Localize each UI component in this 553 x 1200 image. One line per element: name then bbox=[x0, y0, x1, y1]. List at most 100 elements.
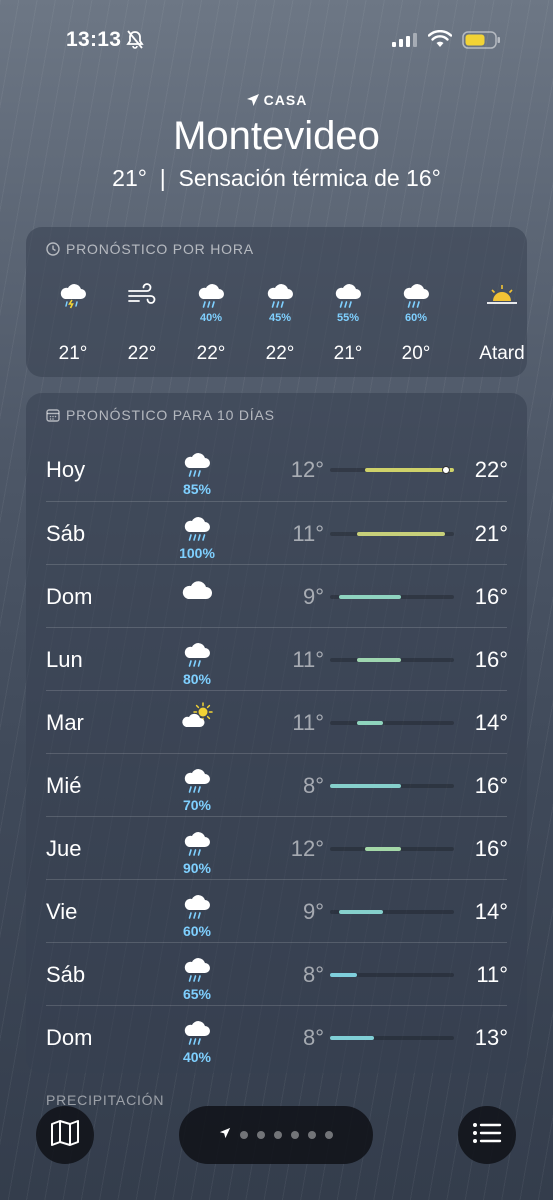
day-name: Hoy bbox=[46, 457, 86, 482]
wifi-icon bbox=[427, 29, 453, 53]
daily-row[interactable]: Hoy 85% 12° 22° bbox=[46, 438, 508, 501]
temp-range-bar bbox=[365, 847, 401, 851]
day-low-temp: 11° bbox=[292, 647, 324, 672]
current-temp: 21° bbox=[112, 165, 147, 191]
day-condition: 85% bbox=[172, 448, 222, 497]
hourly-item: 40% 22° bbox=[181, 279, 241, 364]
page-dot[interactable] bbox=[291, 1131, 299, 1139]
rain-icon bbox=[172, 638, 222, 673]
temp-range-bar bbox=[330, 973, 357, 977]
day-precip-chance: 100% bbox=[179, 545, 215, 561]
hourly-temp: 21° bbox=[58, 343, 88, 364]
day-precip-chance: 60% bbox=[182, 923, 212, 939]
rain-icon bbox=[172, 448, 222, 483]
temp-range-bar bbox=[356, 721, 384, 725]
day-precip-chance: 85% bbox=[182, 481, 212, 497]
map-icon bbox=[50, 1119, 80, 1152]
status-time: 13:13 bbox=[66, 28, 122, 51]
location-arrow-icon bbox=[246, 92, 264, 108]
rain-icon bbox=[172, 1016, 222, 1051]
page-dot[interactable] bbox=[274, 1131, 282, 1139]
clock-icon bbox=[46, 241, 66, 257]
cellular-signal-icon bbox=[392, 33, 418, 52]
current-temp-marker bbox=[442, 466, 451, 474]
status-bar: 13:13 bbox=[0, 0, 553, 80]
day-name: Sáb bbox=[46, 521, 86, 546]
temp-range-track bbox=[330, 784, 454, 788]
day-high-temp: 16° bbox=[474, 773, 508, 798]
day-condition: 90% bbox=[172, 827, 222, 876]
hourly-icon-wrap: 40% bbox=[181, 279, 241, 324]
day-low-temp: 12° bbox=[290, 457, 324, 482]
temp-range-bar bbox=[330, 784, 401, 788]
hourly-item: 55% 21° bbox=[318, 279, 378, 364]
page-dot[interactable] bbox=[308, 1131, 316, 1139]
daily-row[interactable]: Jue 90% 12° 16° bbox=[46, 816, 508, 880]
daily-row[interactable]: Sáb 100% 11° 21° bbox=[46, 501, 508, 565]
daily-row[interactable]: Dom 9° 16° bbox=[46, 564, 508, 628]
daily-row[interactable]: Vie 60% 9° 14° bbox=[46, 879, 508, 943]
daily-row[interactable]: Mié 70% 8° 16° bbox=[46, 753, 508, 817]
temp-range-track bbox=[330, 847, 454, 851]
temp-range-track bbox=[330, 658, 454, 662]
temp-range-bar bbox=[338, 910, 384, 914]
day-condition: 80% bbox=[172, 638, 222, 687]
day-high-temp: 16° bbox=[474, 647, 508, 672]
temp-range-bar bbox=[356, 532, 446, 536]
daily-row[interactable]: Lun 80% 11° 16° bbox=[46, 627, 508, 691]
day-low-temp: 11° bbox=[292, 521, 324, 546]
page-dot[interactable] bbox=[325, 1131, 333, 1139]
day-high-temp: 11° bbox=[476, 962, 508, 987]
page-dot[interactable] bbox=[257, 1131, 265, 1139]
location-label-text: CASA bbox=[263, 92, 308, 108]
temp-range-bar bbox=[356, 658, 401, 662]
day-high-temp: 16° bbox=[474, 584, 508, 609]
hourly-icon-wrap: 45% bbox=[250, 279, 310, 324]
day-low-temp: 12° bbox=[290, 836, 324, 861]
hourly-title-text: PRONÓSTICO POR HORA bbox=[66, 241, 254, 257]
temp-range-track bbox=[330, 466, 454, 474]
temp-range-track bbox=[330, 721, 454, 725]
daily-title: PRONÓSTICO PARA 10 DÍAS bbox=[46, 407, 275, 423]
day-name: Dom bbox=[46, 1025, 93, 1050]
hourly-forecast-card[interactable]: PRONÓSTICO POR HORA 21° 22° 40% 22° 45% 22° 55… bbox=[26, 227, 527, 377]
day-low-temp: 9° bbox=[302, 584, 324, 609]
city-list-button[interactable] bbox=[458, 1106, 516, 1164]
day-condition: 40% bbox=[172, 1016, 222, 1065]
current-location-arrow-icon bbox=[219, 1126, 231, 1144]
daily-row[interactable]: Sáb 65% 8° 11° bbox=[46, 942, 508, 1006]
hourly-item: 60% 20° bbox=[386, 279, 446, 364]
city-name: Montevideo bbox=[173, 114, 380, 158]
day-condition: 65% bbox=[172, 953, 222, 1002]
temp-range-bar bbox=[338, 595, 401, 599]
temp-range-track bbox=[330, 595, 454, 599]
hourly-title: PRONÓSTICO POR HORA bbox=[46, 241, 254, 257]
daily-row[interactable]: Dom 40% 8° 13° bbox=[46, 1005, 508, 1069]
bell-muted-icon bbox=[126, 30, 144, 55]
hourly-precip-chance: 60% bbox=[404, 312, 428, 324]
hourly-temp: 20° bbox=[401, 343, 431, 364]
hourly-item: Atard bbox=[472, 279, 527, 364]
current-conditions: 21° | Sensación térmica de 16° bbox=[0, 165, 553, 192]
hourly-icon-wrap bbox=[472, 279, 527, 319]
hourly-temp: 22° bbox=[265, 343, 295, 364]
daily-row[interactable]: Mar 11° 14° bbox=[46, 690, 508, 754]
hourly-precip-chance: 45% bbox=[268, 312, 292, 324]
hourly-icon-wrap: 60% bbox=[386, 279, 446, 324]
temp-range-track bbox=[330, 1036, 454, 1040]
daily-title-text: PRONÓSTICO PARA 10 DÍAS bbox=[66, 407, 275, 423]
list-icon bbox=[472, 1122, 502, 1149]
day-high-temp: 16° bbox=[474, 836, 508, 861]
page-indicator[interactable] bbox=[179, 1106, 373, 1164]
rain-icon bbox=[194, 279, 228, 314]
hourly-item: 22° bbox=[112, 279, 172, 364]
page-dot[interactable] bbox=[240, 1131, 248, 1139]
rain-icon bbox=[331, 279, 365, 314]
day-name: Sáb bbox=[46, 962, 86, 987]
temp-range-track bbox=[330, 910, 454, 914]
feels-like: Sensación térmica de 16° bbox=[178, 165, 441, 191]
day-name: Lun bbox=[46, 647, 83, 672]
map-button[interactable] bbox=[36, 1106, 94, 1164]
separator: | bbox=[159, 165, 166, 191]
hourly-temp: Atard bbox=[479, 343, 525, 364]
